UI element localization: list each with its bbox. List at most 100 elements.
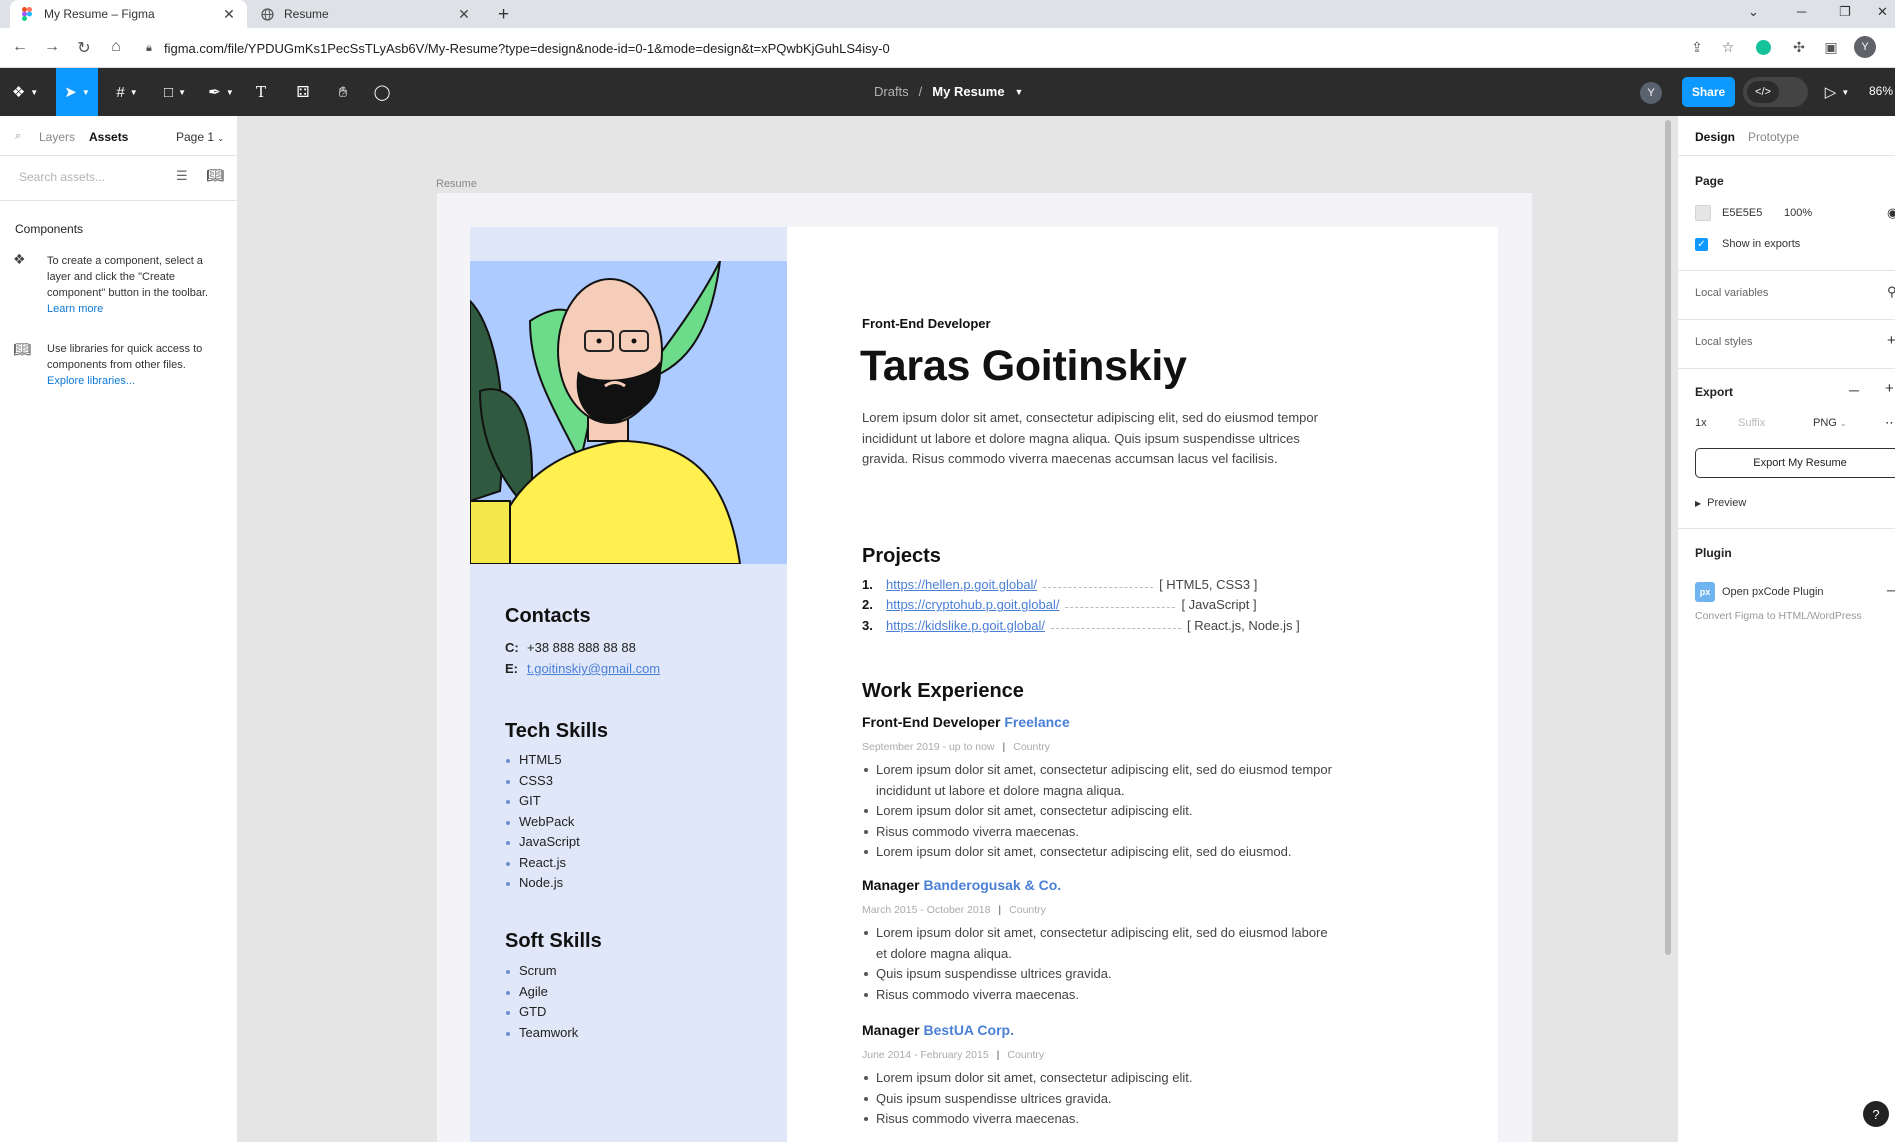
plugin-name[interactable]: Open pxCode Plugin xyxy=(1722,586,1824,598)
list-item: React.js xyxy=(505,855,580,876)
move-tool-button[interactable]: ➤ ▼ xyxy=(56,68,98,116)
project-link[interactable]: https://kidslike.p.goit.global/ xyxy=(886,618,1045,633)
list-item: JavaScript xyxy=(505,834,580,855)
figma-toolbar: ❖ ▼ ➤ ▼ # ▼ □ ▼ ✒ ▼ T ⚃ ✋︎ ◯ Drafts / My Resu… xyxy=(0,68,1895,116)
job-company: BestUA Corp. xyxy=(923,1022,1014,1038)
resume-intro: Lorem ipsum dolor sit amet, consectetur … xyxy=(862,410,1318,466)
variables-icon[interactable]: ⚲ xyxy=(1887,284,1895,300)
share-button[interactable]: Share xyxy=(1682,77,1735,107)
left-panel-tabs: ⌕ Layers Assets Page 1 ⌄ xyxy=(0,116,237,156)
home-icon[interactable]: ⌂ xyxy=(106,38,126,56)
hand-tool-button[interactable]: ✋︎ xyxy=(330,68,356,116)
dev-mode-toggle[interactable]: </> xyxy=(1743,77,1808,107)
close-tab-icon[interactable]: ✕ xyxy=(456,6,472,23)
file-name[interactable]: My Resume xyxy=(932,84,1004,99)
tab-assets[interactable]: Assets xyxy=(89,130,128,144)
close-tab-icon[interactable]: ✕ xyxy=(221,6,237,23)
tab-prototype[interactable]: Prototype xyxy=(1748,130,1799,144)
add-export-icon[interactable]: + xyxy=(1885,380,1894,397)
zoom-level[interactable]: 86% xyxy=(1869,84,1893,98)
remove-plugin-icon[interactable]: ─ xyxy=(1887,582,1895,598)
frame-tool-button[interactable]: # ▼ xyxy=(108,68,146,116)
explore-libraries-link[interactable]: Explore libraries... xyxy=(47,375,135,387)
resume-role: Front-End Developer xyxy=(862,316,991,331)
close-window-icon[interactable]: ✕ xyxy=(1877,4,1888,20)
back-icon[interactable]: ← xyxy=(10,38,30,56)
email-link[interactable]: t.goitinskiy@gmail.com xyxy=(527,661,660,676)
more-options-icon[interactable]: ⋯ xyxy=(1885,415,1895,431)
libraries-help: Use libraries for quick access to compon… xyxy=(47,341,227,389)
page-color-swatch[interactable] xyxy=(1695,205,1711,221)
show-in-exports-checkbox[interactable]: ✓ xyxy=(1695,238,1708,251)
preview-toggle[interactable]: ▶ Preview xyxy=(1695,497,1746,509)
tab-search-icon[interactable]: ⌄ xyxy=(1748,4,1759,20)
grammarly-icon[interactable] xyxy=(1752,36,1774,58)
list-item: Lorem ipsum dolor sit amet, consectetur … xyxy=(862,801,1332,822)
search-assets-input[interactable]: Search assets... xyxy=(19,170,105,184)
play-icon: ▷ xyxy=(1824,84,1837,101)
right-panel: Design Prototype Page E5E5E5 100% ◉ ✓ Sh… xyxy=(1677,116,1895,1142)
local-variables[interactable]: Local variables xyxy=(1695,287,1768,299)
job-dates: June 2014 - February 2015 | Country xyxy=(862,1049,1044,1061)
dotted-leader xyxy=(1065,607,1176,609)
project-tech: [ HTML5, CSS3 ] xyxy=(1159,576,1258,592)
job-dates: March 2015 - October 2018 | Country xyxy=(862,904,1046,916)
forward-icon[interactable]: → xyxy=(42,38,62,56)
add-style-icon[interactable]: + xyxy=(1887,332,1895,349)
breadcrumb-drafts[interactable]: Drafts xyxy=(874,84,909,99)
page-color-hex[interactable]: E5E5E5 xyxy=(1722,207,1762,219)
new-tab-icon[interactable]: + xyxy=(498,4,509,26)
tab-layers[interactable]: Layers xyxy=(39,130,75,144)
project-link[interactable]: https://hellen.p.goit.global/ xyxy=(886,577,1037,592)
help-icon[interactable]: ? xyxy=(1863,1101,1889,1127)
frame-grid-icon: # xyxy=(116,83,125,101)
user-avatar[interactable]: Y xyxy=(1640,82,1662,104)
export-section-title: Export xyxy=(1695,385,1734,399)
browser-tab-bar: My Resume – Figma ✕ Resume ✕ + ⌄ ─ ❐ ✕ xyxy=(0,0,1895,28)
shape-tool-button[interactable]: □ ▼ xyxy=(156,68,194,116)
local-styles[interactable]: Local styles xyxy=(1695,336,1752,348)
present-button[interactable]: ▷ ▼ xyxy=(1820,68,1854,116)
export-scale[interactable]: 1x xyxy=(1695,417,1707,429)
export-format-select[interactable]: PNG ⌄ xyxy=(1813,417,1847,429)
soft-skills-heading: Soft Skills xyxy=(505,930,602,952)
url-field[interactable]: 🔒︎ figma.com/file/YPDUGmKs1PecSsTLyAsb6V… xyxy=(146,36,1676,60)
bookmark-star-icon[interactable]: ☆ xyxy=(1717,36,1739,58)
chevron-down-icon: ▼ xyxy=(81,87,90,97)
show-in-exports-label: Show in exports xyxy=(1722,238,1801,250)
reload-icon[interactable]: ↻ xyxy=(74,38,94,58)
export-button[interactable]: Export My Resume xyxy=(1695,448,1895,478)
resources-button[interactable]: ⚃ xyxy=(290,68,316,116)
project-link[interactable]: https://cryptohub.p.goit.global/ xyxy=(886,597,1059,612)
divider xyxy=(1678,368,1895,369)
main-menu-button[interactable]: ❖ ▼ xyxy=(8,68,42,116)
browser-tab-figma[interactable]: My Resume – Figma ✕ xyxy=(10,0,247,28)
browser-tab-resume[interactable]: Resume ✕ xyxy=(250,0,482,28)
globe-icon xyxy=(260,7,274,21)
library-book-icon[interactable]: 📖︎ xyxy=(206,167,224,184)
extensions-icon[interactable]: ✣ xyxy=(1788,36,1810,58)
frame-label[interactable]: Resume xyxy=(436,178,477,190)
plugin-section-title: Plugin xyxy=(1695,546,1732,560)
page-selector[interactable]: Page 1 ⌄ xyxy=(176,130,224,144)
component-diamond-icon: ❖ xyxy=(13,251,26,267)
share-page-icon[interactable]: ⇪ xyxy=(1686,36,1708,58)
pen-tool-button[interactable]: ✒ ▼ xyxy=(202,68,240,116)
export-suffix-input[interactable]: Suffix xyxy=(1738,417,1765,429)
learn-more-link[interactable]: Learn more xyxy=(47,303,103,315)
sidepanel-icon[interactable]: ▣ xyxy=(1820,36,1842,58)
chevron-down-icon[interactable]: ▼ xyxy=(1015,87,1024,97)
comment-tool-button[interactable]: ◯ xyxy=(369,68,395,116)
minimize-icon[interactable]: ─ xyxy=(1797,4,1806,19)
tech-skills-heading: Tech Skills xyxy=(505,720,609,742)
remove-export-icon[interactable]: ─ xyxy=(1849,382,1859,398)
list-view-icon[interactable]: ☰ xyxy=(176,168,188,184)
eye-icon[interactable]: ◉ xyxy=(1887,205,1895,221)
text-tool-button[interactable]: T xyxy=(248,68,274,116)
tab-design[interactable]: Design xyxy=(1695,130,1735,144)
canvas-scrollbar[interactable] xyxy=(1665,120,1671,955)
restore-icon[interactable]: ❐ xyxy=(1839,4,1851,20)
search-icon[interactable]: ⌕ xyxy=(15,130,21,143)
profile-avatar[interactable]: Y xyxy=(1854,36,1876,58)
page-opacity[interactable]: 100% xyxy=(1784,207,1812,219)
